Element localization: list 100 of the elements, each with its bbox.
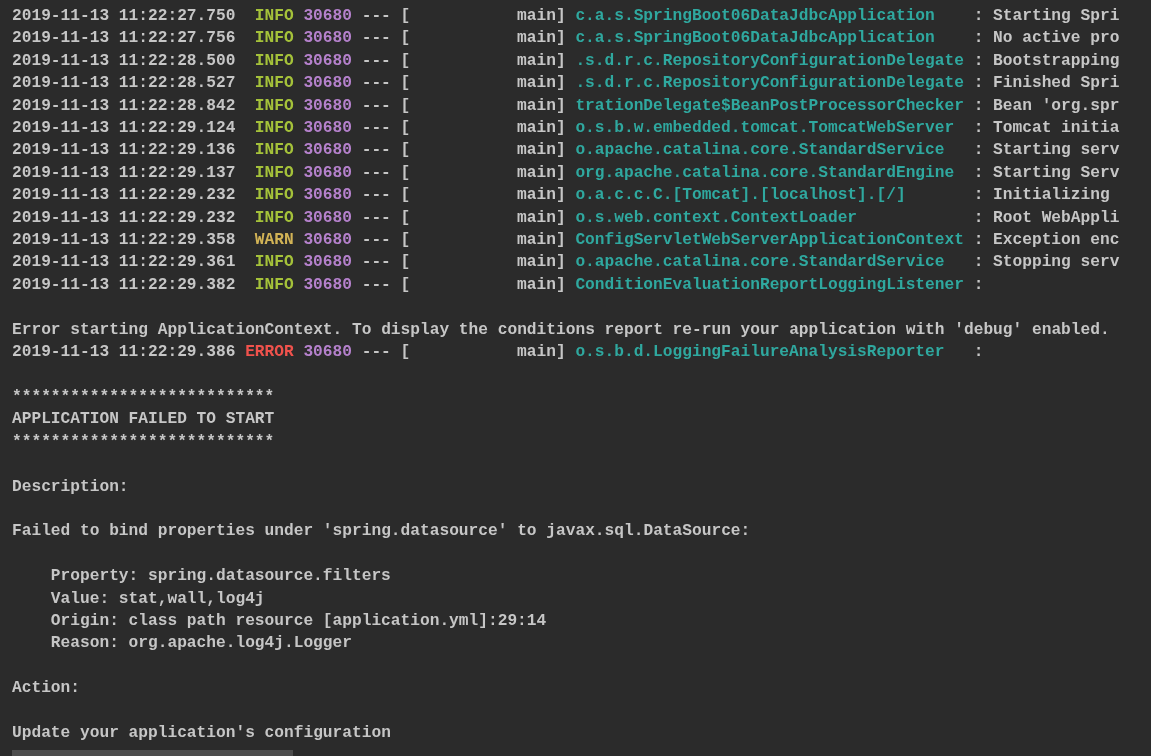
scrollbar-thumb[interactable] [12,750,293,756]
process-id: 30680 [303,274,352,296]
console-text: *************************** [12,431,275,453]
logger-name: o.apache.catalina.core.StandardService [575,252,946,274]
log-level: WARN [253,230,294,252]
timestamp: 2019-11-13 11:22:28.500 [12,50,236,72]
log-message: : Tomcat initia [973,118,1120,140]
thread-name: main] [516,162,566,184]
process-id: 30680 [303,73,352,95]
timestamp: 2019-11-13 11:22:28.527 [12,73,236,95]
log-level: INFO [253,28,294,50]
separator: --- [ [361,274,411,296]
thread-name: main] [516,73,566,95]
log-message: : Starting Spri [973,6,1120,27]
log-message: : Bean 'org.spr [973,95,1120,117]
thread-name: main] [516,28,566,50]
log-message: : Root WebAppli [973,207,1120,229]
separator: --- [ [361,230,411,252]
console-text: Description: [12,476,129,498]
separator: --- [ [361,73,411,95]
log-message: : [973,274,984,296]
process-id: 30680 [303,118,352,140]
separator: --- [ [361,185,411,207]
logger-name: .s.d.r.c.RepositoryConfigurationDelegate [575,50,964,72]
process-id: 30680 [303,342,352,364]
timestamp: 2019-11-13 11:22:29.386 [12,342,236,364]
logger-name: ConditionEvaluationReportLoggingListener [575,274,964,296]
log-message: : Starting Serv [973,162,1120,184]
thread-name: main] [516,207,566,229]
console-text: Value: stat,wall,log4j [50,588,265,610]
separator: --- [ [361,140,411,162]
timestamp: 2019-11-13 11:22:29.136 [12,140,236,162]
timestamp: 2019-11-13 11:22:29.358 [12,230,236,252]
log-level: INFO [253,274,294,296]
log-message: : Starting serv [973,140,1120,162]
process-id: 30680 [303,252,352,274]
log-level: INFO [253,185,294,207]
logger-name: ConfigServletWebServerApplicationContext [575,230,964,252]
timestamp: 2019-11-13 11:22:27.756 [12,28,236,50]
log-level: ERROR [245,342,294,364]
timestamp: 2019-11-13 11:22:29.361 [12,252,236,274]
log-level: INFO [253,207,294,229]
timestamp: 2019-11-13 11:22:27.750 [12,6,236,27]
log-level: INFO [253,6,294,27]
console-text: *************************** [12,386,275,408]
console-text: Property: spring.datasource.filters [50,566,391,588]
console-text: Failed to bind properties under 'spring.datasource' to javax.sql.DataSource: [12,521,751,543]
process-id: 30680 [303,28,352,50]
separator: --- [ [361,50,411,72]
console-text: Origin: class path resource [application.yml]:29:14 [50,610,547,632]
timestamp: 2019-11-13 11:22:28.842 [12,95,236,117]
thread-name: main] [516,342,566,364]
log-message: : No active pro [973,28,1120,50]
process-id: 30680 [303,162,352,184]
thread-name: main] [516,140,566,162]
timestamp: 2019-11-13 11:22:29.124 [12,118,236,140]
separator: --- [ [361,118,411,140]
logger-name: c.a.s.SpringBoot06DataJdbcApplication [575,28,936,50]
log-level: INFO [253,140,294,162]
thread-name: main] [516,274,566,296]
separator: --- [ [361,28,411,50]
timestamp: 2019-11-13 11:22:29.137 [12,162,236,184]
separator: --- [ [361,6,411,27]
log-level: INFO [253,95,294,117]
separator: --- [ [361,252,411,274]
logger-name: .s.d.r.c.RepositoryConfigurationDelegate [575,73,964,95]
log-level: INFO [253,50,294,72]
thread-name: main] [516,118,566,140]
separator: --- [ [361,162,411,184]
logger-name: o.s.b.d.LoggingFailureAnalysisReporter [575,342,946,364]
log-level: INFO [253,73,294,95]
logger-name: o.a.c.c.C.[Tomcat].[localhost].[/] [575,185,907,207]
thread-name: main] [516,6,566,27]
thread-name: main] [516,50,566,72]
separator: --- [ [361,207,411,229]
thread-name: main] [516,252,566,274]
process-id: 30680 [303,95,352,117]
log-level: INFO [253,118,294,140]
logger-name: trationDelegate$BeanPostProcessorChecker [575,95,964,117]
logger-name: org.apache.catalina.core.StandardEngine [575,162,956,184]
log-message: : Finished Spri [973,73,1120,95]
thread-name: main] [516,185,566,207]
log-message: : Bootstrapping [973,50,1120,72]
log-message: : Initializing [973,185,1110,207]
logger-name: o.apache.catalina.core.StandardService [575,140,946,162]
log-level: INFO [253,162,294,184]
process-id: 30680 [303,6,352,27]
console-text: Error starting ApplicationContext. To display the conditions report re-run your application with 'debug' enabled. [12,319,1110,341]
process-id: 30680 [303,50,352,72]
logger-name: o.s.web.context.ContextLoader [575,207,859,229]
timestamp: 2019-11-13 11:22:29.232 [12,207,236,229]
log-message: : Exception enc [973,230,1120,252]
log-message: : [973,342,984,364]
separator: --- [ [361,342,411,364]
console-text: Reason: org.apache.log4j.Logger [50,633,352,655]
separator: --- [ [361,95,411,117]
process-id: 30680 [303,207,352,229]
console-text: Action: [12,678,80,700]
timestamp: 2019-11-13 11:22:29.232 [12,185,236,207]
process-id: 30680 [303,140,352,162]
